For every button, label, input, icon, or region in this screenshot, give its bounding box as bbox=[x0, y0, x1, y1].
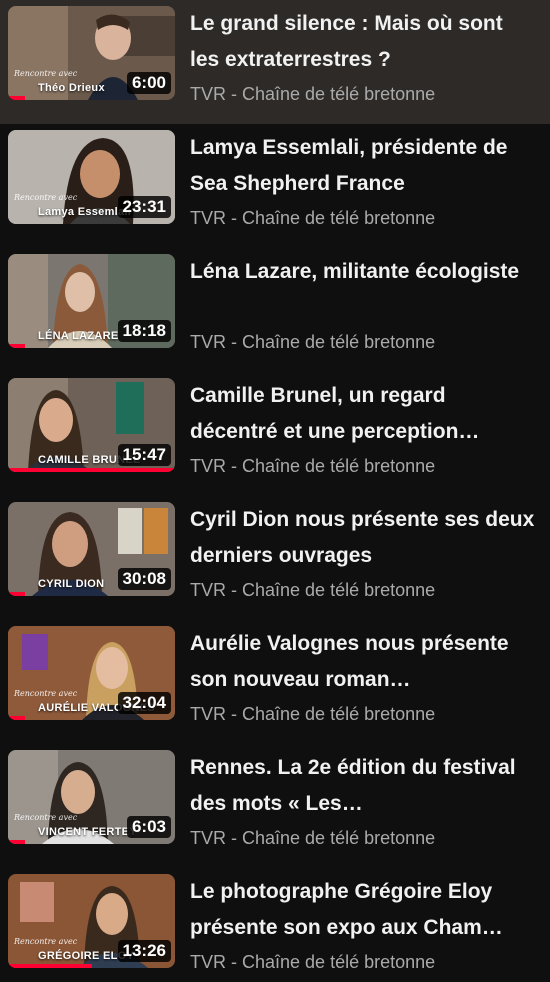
video-title[interactable]: Le grand silence : Mais où sont les extr… bbox=[190, 6, 535, 78]
duration-badge: 15:47 bbox=[117, 444, 171, 466]
watch-progress-bar bbox=[8, 964, 92, 968]
playlist-item[interactable]: LÉNA LAZARE 18:18 Léna Lazare, militante… bbox=[0, 248, 550, 372]
channel-name[interactable]: TVR - Chaîne de télé bretonne bbox=[190, 700, 535, 728]
watch-progress-bar bbox=[8, 716, 25, 720]
channel-name[interactable]: TVR - Chaîne de télé bretonne bbox=[190, 80, 535, 108]
playlist-item[interactable]: Rencontre avec AURÉLIE VALOGNES 32:04 Au… bbox=[0, 620, 550, 744]
duration-badge: 18:18 bbox=[117, 320, 171, 342]
channel-name[interactable]: TVR - Chaîne de télé bretonne bbox=[190, 576, 535, 604]
video-title[interactable]: Camille Brunel, un regard décentré et un… bbox=[190, 378, 535, 450]
playlist: Rencontre avec Théo Drieux 6:00 Le grand… bbox=[0, 0, 550, 982]
video-thumbnail[interactable]: CAMILLE BRUNEL 15:47 bbox=[8, 378, 175, 472]
watch-progress-bar bbox=[8, 840, 25, 844]
thumbnail-logo: Rencontre avec bbox=[14, 689, 78, 698]
channel-name[interactable]: TVR - Chaîne de télé bretonne bbox=[190, 824, 535, 852]
channel-name[interactable]: TVR - Chaîne de télé bretonne bbox=[190, 948, 535, 976]
video-info: Lamya Essemlali, présidente de Sea Sheph… bbox=[190, 130, 535, 232]
watch-progress-bar bbox=[8, 344, 25, 348]
playlist-item[interactable]: CAMILLE BRUNEL 15:47 Camille Brunel, un … bbox=[0, 372, 550, 496]
video-thumbnail[interactable]: Rencontre avec AURÉLIE VALOGNES 32:04 bbox=[8, 626, 175, 720]
video-thumbnail[interactable]: Rencontre avec GRÉGOIRE ELOY 13:26 bbox=[8, 874, 175, 968]
video-title[interactable]: Lamya Essemlali, présidente de Sea Sheph… bbox=[190, 130, 535, 202]
video-title[interactable]: Léna Lazare, militante écologiste bbox=[190, 254, 535, 326]
watch-progress-bar bbox=[8, 468, 175, 472]
video-info: Camille Brunel, un regard décentré et un… bbox=[190, 378, 535, 480]
video-title[interactable]: Le photographe Grégoire Eloy présente so… bbox=[190, 874, 535, 946]
duration-badge: 30:08 bbox=[117, 568, 171, 590]
playlist-item[interactable]: CYRIL DION 30:08 Cyril Dion nous présent… bbox=[0, 496, 550, 620]
video-info: Le grand silence : Mais où sont les extr… bbox=[190, 6, 535, 108]
video-thumbnail[interactable]: LÉNA LAZARE 18:18 bbox=[8, 254, 175, 348]
playlist-item[interactable]: Rencontre avec GRÉGOIRE ELOY 13:26 Le ph… bbox=[0, 868, 550, 982]
thumbnail-logo: Rencontre avec bbox=[14, 937, 78, 946]
video-title[interactable]: Rennes. La 2e édition du festival des mo… bbox=[190, 750, 535, 822]
thumbnail-logo: Rencontre avec bbox=[14, 69, 78, 78]
video-info: Le photographe Grégoire Eloy présente so… bbox=[190, 874, 535, 976]
video-info: Rennes. La 2e édition du festival des mo… bbox=[190, 750, 535, 852]
video-thumbnail[interactable]: Rencontre avec Théo Drieux 6:00 bbox=[8, 6, 175, 100]
video-title[interactable]: Cyril Dion nous présente ses deux dernie… bbox=[190, 502, 535, 574]
video-info: Aurélie Valognes nous présente son nouve… bbox=[190, 626, 535, 728]
duration-badge: 13:26 bbox=[117, 940, 171, 962]
video-thumbnail[interactable]: Rencontre avec Lamya Essemlali 23:31 bbox=[8, 130, 175, 224]
playlist-item[interactable]: Rencontre avec Théo Drieux 6:00 Le grand… bbox=[0, 0, 550, 124]
video-info: Léna Lazare, militante écologiste TVR - … bbox=[190, 254, 535, 356]
duration-badge: 23:31 bbox=[117, 196, 171, 218]
thumbnail-logo: Rencontre avec bbox=[14, 813, 78, 822]
video-thumbnail[interactable]: CYRIL DION 30:08 bbox=[8, 502, 175, 596]
channel-name[interactable]: TVR - Chaîne de télé bretonne bbox=[190, 328, 535, 356]
video-info: Cyril Dion nous présente ses deux dernie… bbox=[190, 502, 535, 604]
video-title[interactable]: Aurélie Valognes nous présente son nouve… bbox=[190, 626, 535, 698]
thumbnail-logo: Rencontre avec bbox=[14, 193, 78, 202]
duration-badge: 32:04 bbox=[117, 692, 171, 714]
watch-progress-bar bbox=[8, 592, 25, 596]
playlist-item[interactable]: Rencontre avec Lamya Essemlali 23:31 Lam… bbox=[0, 124, 550, 248]
channel-name[interactable]: TVR - Chaîne de télé bretonne bbox=[190, 452, 535, 480]
duration-badge: 6:03 bbox=[126, 816, 171, 838]
channel-name[interactable]: TVR - Chaîne de télé bretonne bbox=[190, 204, 535, 232]
video-thumbnail[interactable]: Rencontre avec VINCENT FERTEY 6:03 bbox=[8, 750, 175, 844]
watch-progress-bar bbox=[8, 96, 25, 100]
playlist-item[interactable]: Rencontre avec VINCENT FERTEY 6:03 Renne… bbox=[0, 744, 550, 868]
duration-badge: 6:00 bbox=[126, 72, 171, 94]
